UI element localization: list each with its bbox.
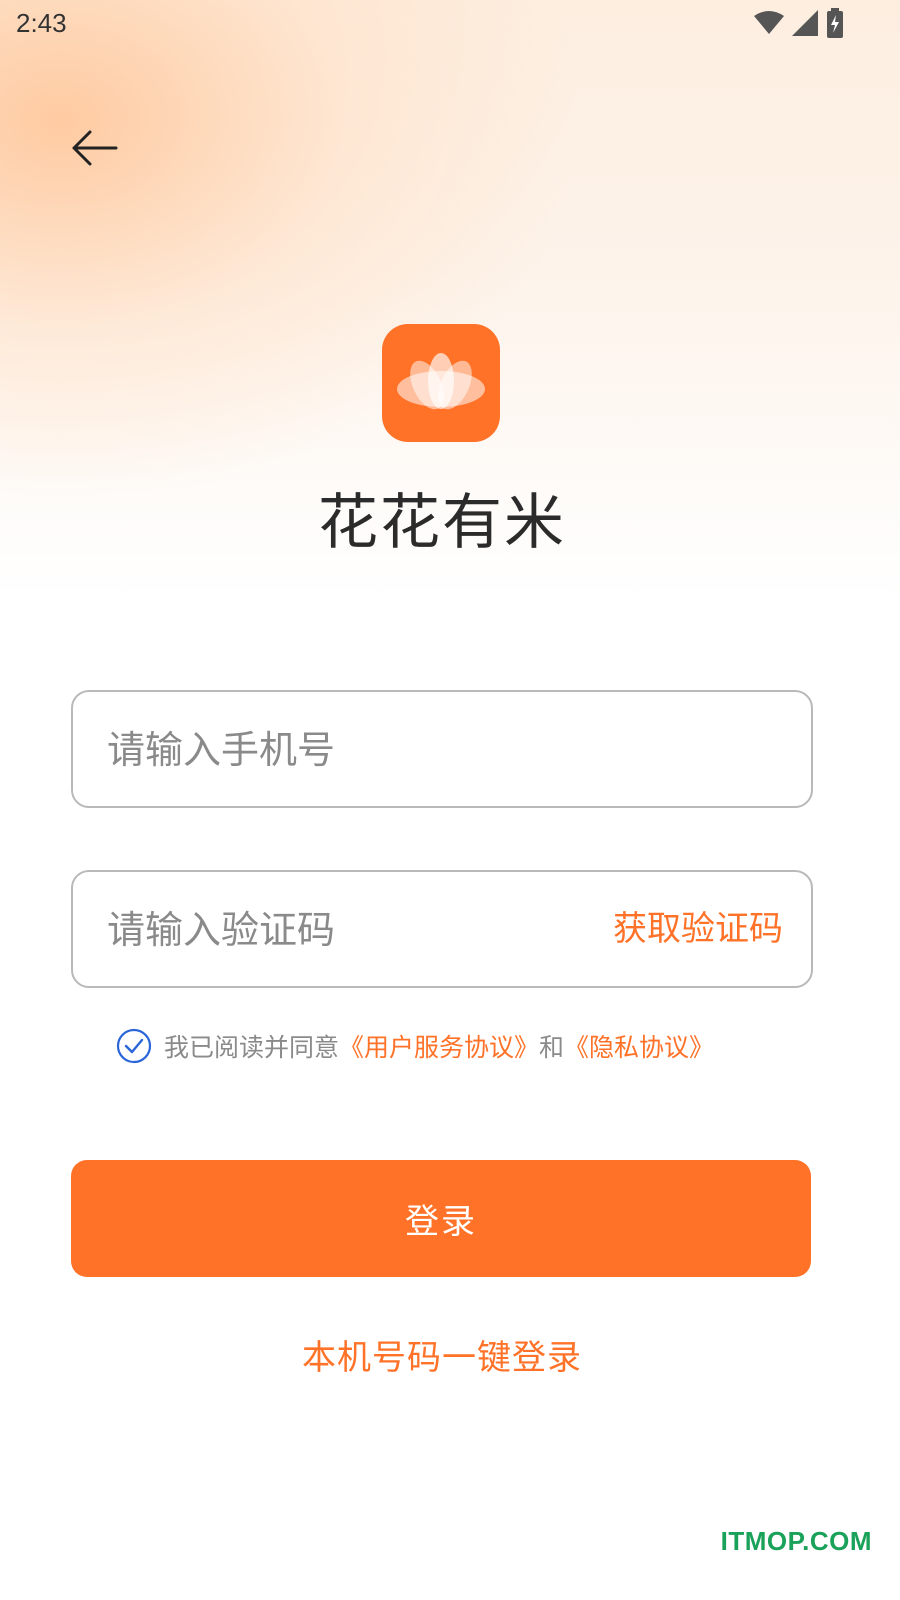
user-agreement-link[interactable]: 《用户服务协议》 xyxy=(339,1028,539,1064)
status-time: 2:43 xyxy=(16,8,67,38)
check-circle-icon xyxy=(116,1028,152,1064)
cellular-signal-icon xyxy=(792,10,818,40)
wifi-icon xyxy=(754,11,784,39)
login-screen: 2:43 花花有米 请输入手机号 请输入验证码 获取验证码 我已阅读并同意 《用… xyxy=(0,0,900,1600)
app-name: 花花有米 xyxy=(318,488,566,558)
login-button-label: 登录 xyxy=(405,1202,477,1242)
agreement-checkbox[interactable] xyxy=(116,1028,152,1064)
app-logo xyxy=(382,324,500,442)
login-button[interactable]: 登录 xyxy=(71,1160,811,1277)
agreement-row: 我已阅读并同意 《用户服务协议》 和 《隐私协议》 xyxy=(116,1028,714,1064)
privacy-policy-link[interactable]: 《隐私协议》 xyxy=(564,1028,714,1064)
battery-charging-icon xyxy=(826,8,844,42)
arrow-left-icon xyxy=(70,128,118,172)
status-icons xyxy=(754,8,844,42)
back-button[interactable] xyxy=(62,118,126,182)
get-code-button[interactable]: 获取验证码 xyxy=(613,872,783,986)
agreement-conjunction: 和 xyxy=(539,1033,565,1062)
one-click-login-link[interactable]: 本机号码一键登录 xyxy=(0,1330,884,1379)
phone-input[interactable] xyxy=(105,692,589,808)
watermark-text: ITMOP.COM xyxy=(720,1526,872,1556)
phone-input-container xyxy=(71,690,813,808)
lotus-logo-icon xyxy=(393,345,489,421)
verification-code-input[interactable] xyxy=(105,872,589,988)
verification-code-container: 获取验证码 xyxy=(71,870,813,988)
agreement-prefix: 我已阅读并同意 xyxy=(164,1033,340,1062)
